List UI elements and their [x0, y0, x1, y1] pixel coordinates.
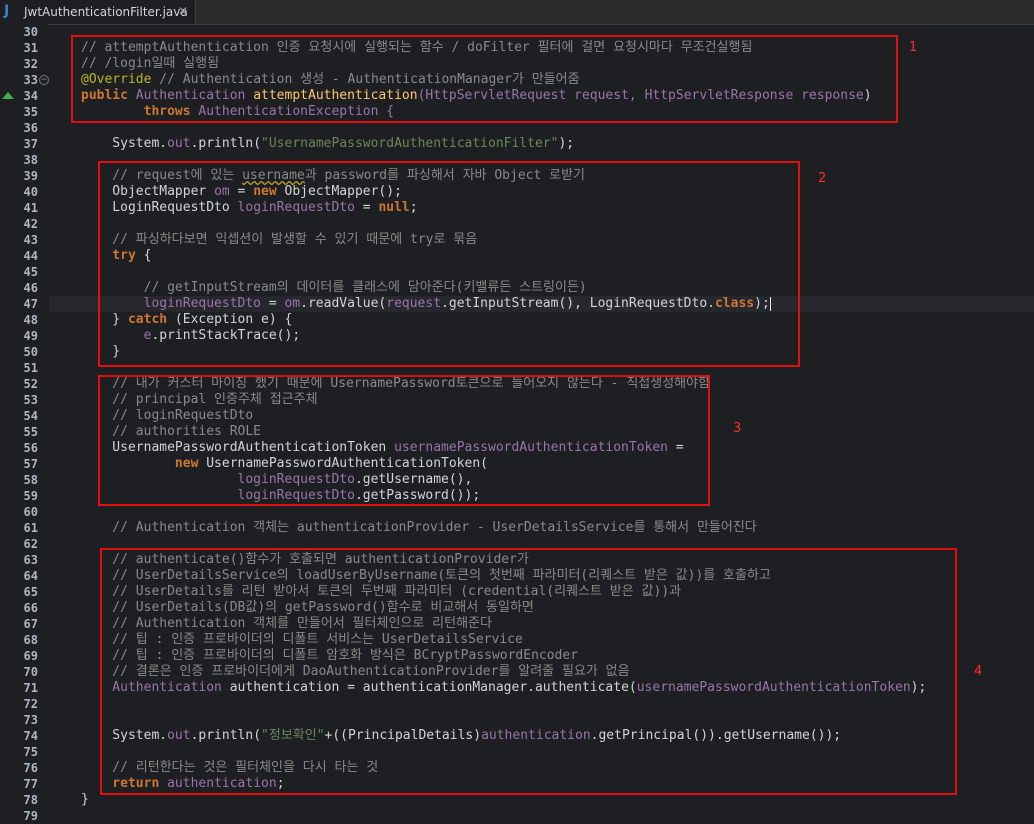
line-number: 50 — [23, 345, 38, 359]
code-line-78: } — [81, 792, 89, 807]
line-number: 60 — [23, 505, 38, 519]
line-number: 55 — [23, 425, 38, 439]
line-number: 64 — [23, 569, 38, 583]
line-number: 46 — [23, 281, 38, 295]
line-number: 70 — [23, 665, 38, 679]
line-number: 78 — [23, 793, 38, 807]
line-number: 36 — [23, 121, 38, 135]
line-number: 48 — [23, 313, 38, 327]
line-number: 72 — [23, 697, 38, 711]
tab-label: JwtAuthenticationFilter.java — [24, 5, 188, 19]
annotation-box-1 — [71, 35, 898, 123]
line-number: 35 — [23, 105, 38, 119]
line-number: 62 — [23, 537, 38, 551]
line-number: 68 — [23, 633, 38, 647]
code-line-61: // Authentication 객체는 authenticationProv… — [81, 520, 757, 535]
annotation-label-3: 3 — [733, 421, 742, 436]
line-number: 76 — [23, 761, 38, 775]
line-number: 54 — [23, 409, 38, 423]
editor-tab-bar: J JwtAuthenticationFilter.java ✕ — [0, 0, 1034, 25]
code-editor[interactable]: 30 31 32 33 34 35 36 37 38 39 40 41 42 43 44 45 46 47 48 49… — [0, 24, 1034, 823]
line-number: 30 — [23, 25, 38, 39]
line-number: 44 — [23, 249, 38, 263]
line-number: 45 — [23, 265, 38, 279]
line-number: 43 — [23, 233, 38, 247]
annotation-box-2 — [98, 161, 800, 367]
line-number: 58 — [23, 473, 38, 487]
line-number: 65 — [23, 585, 38, 599]
line-number: 79 — [23, 809, 38, 823]
annotation-box-3 — [98, 375, 710, 506]
line-number: 49 — [23, 329, 38, 343]
close-icon[interactable]: ✕ — [178, 4, 188, 18]
line-number: 47 — [23, 297, 38, 311]
line-number: 37 — [23, 137, 38, 151]
line-number: 51 — [23, 361, 38, 375]
line-number: 40 — [23, 185, 38, 199]
code-line-37: System.out.println("UsernamePasswordAuth… — [81, 136, 575, 151]
line-number: 41 — [23, 201, 38, 215]
annotation-label-4: 4 — [974, 664, 983, 679]
line-number: 67 — [23, 617, 38, 631]
line-number: 69 — [23, 649, 38, 663]
line-number: 74 — [23, 729, 38, 743]
line-number: 59 — [23, 489, 38, 503]
java-file-icon: J — [4, 3, 10, 19]
fold-toggle-icon[interactable]: − — [39, 75, 49, 85]
line-number: 66 — [23, 601, 38, 615]
annotation-label-2: 2 — [818, 171, 827, 186]
override-marker-icon[interactable] — [2, 92, 14, 99]
line-number: 77 — [23, 777, 38, 791]
line-number-gutter: 30 31 32 33 34 35 36 37 38 39 40 41 42 43 44 45 46 47 48 49… — [0, 24, 49, 823]
line-number: 63 — [23, 553, 38, 567]
annotation-label-1: 1 — [909, 40, 918, 55]
line-number: 32 — [23, 57, 38, 71]
line-number: 73 — [23, 713, 38, 727]
line-number: 38 — [23, 153, 38, 167]
line-number: 31 — [23, 41, 38, 55]
line-number: 75 — [23, 745, 38, 759]
line-number: 52 — [23, 377, 38, 391]
line-number: 56 — [23, 441, 38, 455]
line-number: 71 — [23, 681, 38, 695]
line-number: 57 — [23, 457, 38, 471]
line-number: 61 — [23, 521, 38, 535]
line-number: 33 — [23, 73, 38, 87]
line-number: 39 — [23, 169, 38, 183]
line-number: 53 — [23, 393, 38, 407]
annotation-box-4 — [100, 548, 957, 795]
tab-jwt-authentication-filter[interactable]: J JwtAuthenticationFilter.java ✕ — [0, 0, 196, 24]
line-number: 42 — [23, 217, 38, 231]
